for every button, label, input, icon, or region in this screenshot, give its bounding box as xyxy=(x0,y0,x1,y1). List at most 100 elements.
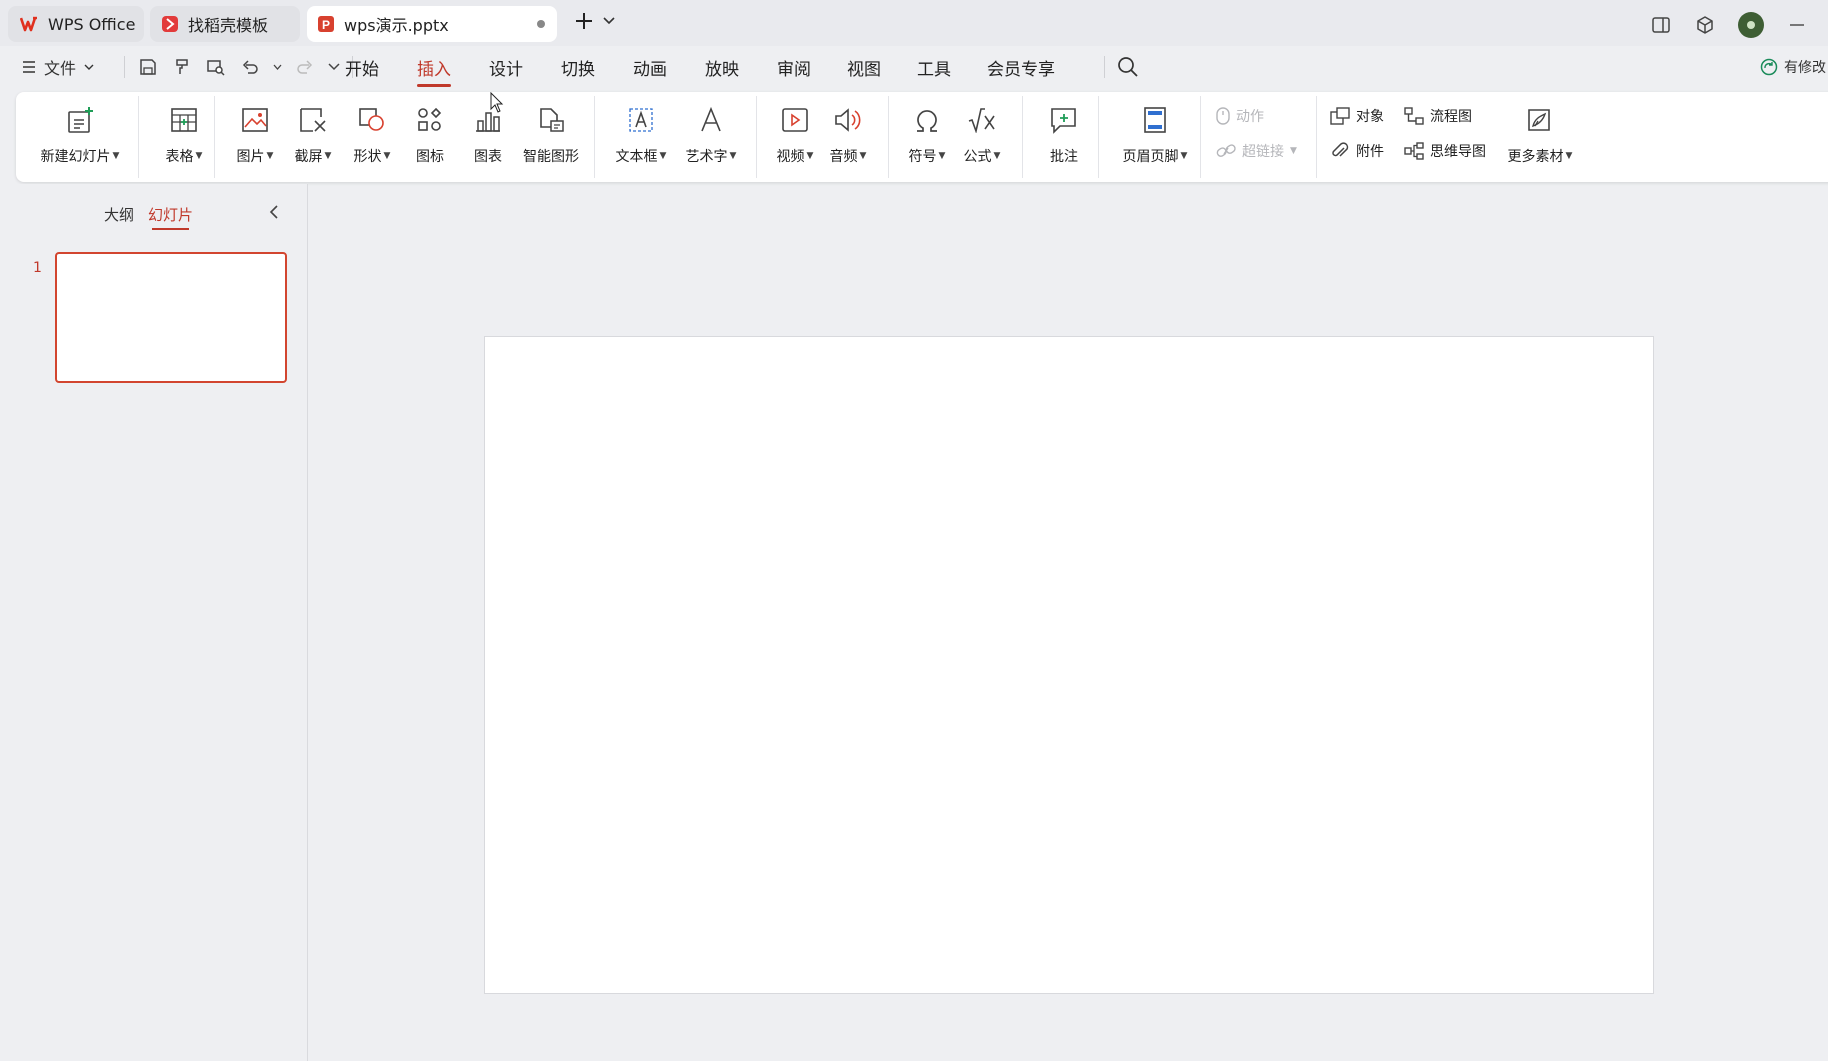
redo-icon[interactable] xyxy=(294,56,316,78)
header-footer-label: 页眉页脚 xyxy=(1122,149,1179,165)
formula-button[interactable]: 公式 ▼ xyxy=(956,100,1008,174)
screenshot-icon xyxy=(297,104,329,136)
chevron-down-icon[interactable] xyxy=(273,64,282,70)
tab-outline[interactable]: 大纲 xyxy=(104,204,134,225)
file-menu[interactable]: 文件 xyxy=(22,55,94,79)
save-status[interactable]: 有修改 xyxy=(1760,57,1826,77)
tab-label: wps演示.pptx xyxy=(344,16,449,35)
tab-design[interactable]: 设计 xyxy=(489,55,523,80)
mindmap-button[interactable]: 思维导图 xyxy=(1404,139,1486,163)
plus-icon[interactable] xyxy=(575,12,593,30)
icons-grid-icon xyxy=(414,104,446,136)
customize-toolbar-icon[interactable] xyxy=(328,63,340,71)
format-painter-icon[interactable] xyxy=(171,56,193,78)
divider xyxy=(1022,96,1023,178)
tab-member[interactable]: 会员专享 xyxy=(987,55,1055,80)
wps-logo-icon xyxy=(20,14,40,34)
tab-transitions[interactable]: 切换 xyxy=(561,55,595,80)
textbox-button[interactable]: 文本框 ▼ xyxy=(608,100,674,174)
caret-down-icon: ▼ xyxy=(1180,151,1188,161)
picture-icon xyxy=(239,104,271,136)
tab-slideshow[interactable]: 放映 xyxy=(705,55,739,80)
cloud-sync-icon xyxy=(1760,58,1778,76)
flowchart-button[interactable]: 流程图 xyxy=(1404,104,1472,128)
object-icon xyxy=(1330,107,1350,125)
comment-label: 批注 xyxy=(1050,149,1078,165)
caret-down-icon: ▼ xyxy=(195,151,203,161)
more-assets-icon xyxy=(1524,104,1556,136)
print-preview-icon[interactable] xyxy=(205,56,227,78)
divider xyxy=(1098,96,1099,178)
tab-animations[interactable]: 动画 xyxy=(633,55,667,80)
unsaved-indicator[interactable] xyxy=(537,20,545,28)
header-footer-button[interactable]: 页眉页脚 ▼ xyxy=(1112,100,1198,174)
new-tab[interactable] xyxy=(575,12,615,30)
tab-review[interactable]: 审阅 xyxy=(777,55,811,80)
minimize-icon[interactable] xyxy=(1786,14,1808,36)
mouse-icon xyxy=(1216,107,1230,125)
wordart-label: 艺术字 xyxy=(685,149,728,165)
action-button[interactable]: 动作 xyxy=(1216,104,1264,128)
tab-daoke-templates[interactable]: 找稻壳模板 xyxy=(150,6,300,42)
chevron-down-icon[interactable] xyxy=(603,17,615,25)
symbol-button[interactable]: 符号 ▼ xyxy=(902,100,952,174)
divider xyxy=(138,96,139,178)
table-button[interactable]: 表格 ▼ xyxy=(152,100,216,174)
icon-button[interactable]: 图标 xyxy=(404,100,456,174)
tab-view[interactable]: 视图 xyxy=(847,55,881,80)
caret-down-icon: ▼ xyxy=(112,151,120,161)
tab-insert[interactable]: 插入 xyxy=(417,55,451,87)
speaker-icon xyxy=(832,104,864,136)
video-label: 视频 xyxy=(776,149,805,165)
picture-button[interactable]: 图片 ▼ xyxy=(228,100,282,174)
object-label: 对象 xyxy=(1356,109,1384,125)
chart-button[interactable]: 图表 xyxy=(462,100,514,174)
chevron-left-icon[interactable] xyxy=(268,204,280,220)
icon-label: 图标 xyxy=(416,149,444,165)
screenshot-button[interactable]: 截屏 ▼ xyxy=(286,100,340,174)
textbox-label: 文本框 xyxy=(615,149,658,165)
slide-number: 1 xyxy=(33,260,42,276)
tab-wps-office[interactable]: WPS Office xyxy=(8,6,144,42)
wordart-icon xyxy=(695,104,727,136)
omega-icon xyxy=(911,104,943,136)
save-icon[interactable] xyxy=(137,56,159,78)
wordart-button[interactable]: 艺术字 ▼ xyxy=(678,100,744,174)
tab-document[interactable]: P wps演示.pptx xyxy=(307,6,557,42)
new-slide-button[interactable]: 新建幻灯片 ▼ xyxy=(32,100,128,174)
hyperlink-button[interactable]: 超链接 ▼ xyxy=(1216,139,1297,163)
tab-slides[interactable]: 幻灯片 xyxy=(148,204,193,230)
caret-down-icon: ▼ xyxy=(729,151,737,161)
avatar[interactable] xyxy=(1738,12,1764,38)
shape-button[interactable]: 形状 ▼ xyxy=(344,100,400,174)
cube-icon[interactable] xyxy=(1694,14,1716,36)
reading-mode-icon[interactable] xyxy=(1650,14,1672,36)
divider xyxy=(214,96,215,178)
table-icon xyxy=(168,104,200,136)
caret-down-icon: ▼ xyxy=(1290,146,1297,156)
video-button[interactable]: 视频 ▼ xyxy=(770,100,820,174)
object-button[interactable]: 对象 xyxy=(1330,104,1384,128)
caret-down-icon: ▼ xyxy=(266,151,274,161)
screenshot-label: 截屏 xyxy=(294,149,323,165)
hyperlink-label: 超链接 xyxy=(1242,144,1284,160)
divider xyxy=(594,96,595,178)
tab-tools[interactable]: 工具 xyxy=(917,55,951,80)
slide-canvas[interactable] xyxy=(484,336,1654,994)
formula-label: 公式 xyxy=(963,149,992,165)
smartart-button[interactable]: 智能图形 xyxy=(518,100,584,174)
mindmap-label: 思维导图 xyxy=(1430,144,1486,160)
audio-button[interactable]: 音频 ▼ xyxy=(822,100,874,174)
symbol-label: 符号 xyxy=(908,149,937,165)
panel-tabs: 大纲 幻灯片 xyxy=(104,204,193,230)
slide-thumbnail[interactable] xyxy=(55,252,287,383)
undo-icon[interactable] xyxy=(239,56,261,78)
ribbon-insert: 新建幻灯片 ▼ 表格 ▼ 图片 ▼ 截屏 ▼ 形状 ▼ 图标 图表 智能图形 文… xyxy=(16,92,1828,182)
link-icon xyxy=(1216,143,1236,159)
attachment-button[interactable]: 附件 xyxy=(1330,139,1384,163)
search-icon[interactable] xyxy=(1117,56,1139,78)
more-assets-button[interactable]: 更多素材 ▼ xyxy=(1502,100,1578,174)
tab-home[interactable]: 开始 xyxy=(345,55,379,80)
comment-button[interactable]: 批注 xyxy=(1036,100,1092,174)
quick-access-toolbar xyxy=(124,56,353,78)
